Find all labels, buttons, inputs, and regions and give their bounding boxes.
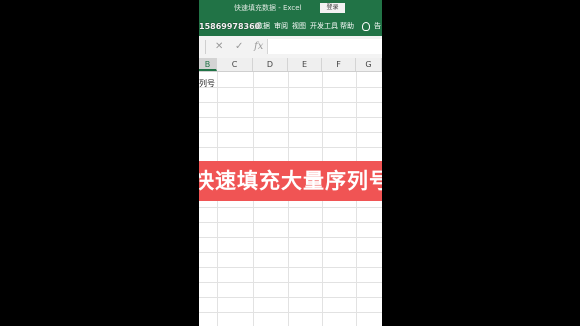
column-header-f[interactable]: F (322, 58, 356, 71)
ribbon-tabs: 式 数据 审阅 视图 开发工具 帮助 告 15869978360 (199, 17, 382, 36)
column-header-c[interactable]: C (217, 58, 253, 71)
title-bar: 快速填充数据 - Excel 登录 (199, 0, 382, 17)
formula-bar: ✕ ✓ fx (199, 36, 382, 59)
tab-view[interactable]: 视图 (292, 17, 306, 36)
title-banner: 快速填充大量序列号 (199, 161, 382, 201)
cancel-icon[interactable]: ✕ (215, 39, 223, 55)
column-header-row: B C D E F G (199, 58, 382, 72)
window-title: 快速填充数据 - Excel (234, 4, 302, 12)
column-header-d[interactable]: D (253, 58, 288, 71)
column-header-g[interactable]: G (356, 58, 382, 71)
tab-help[interactable]: 帮助 (340, 17, 354, 36)
tell-me-label[interactable]: 告 (374, 17, 381, 36)
login-button[interactable]: 登录 (320, 3, 345, 13)
formula-input[interactable] (267, 39, 382, 54)
column-header-e[interactable]: E (288, 58, 322, 71)
confirm-icon[interactable]: ✓ (235, 39, 243, 55)
tab-developer[interactable]: 开发工具 (310, 17, 338, 36)
cell-b2[interactable]: 列号 (199, 78, 215, 89)
function-icon[interactable]: fx (254, 39, 263, 55)
overlay-phone-number: 15869978360 (199, 22, 261, 31)
banner-text: 快速填充大量序列号 (199, 169, 382, 193)
phone-screen: 快速填充数据 - Excel 登录 式 数据 审阅 视图 开发工具 帮助 告 1… (199, 0, 382, 326)
column-header-b[interactable]: B (199, 58, 217, 71)
name-box-divider (205, 40, 206, 54)
lightbulb-icon[interactable] (362, 22, 370, 31)
tab-review[interactable]: 审阅 (274, 17, 288, 36)
